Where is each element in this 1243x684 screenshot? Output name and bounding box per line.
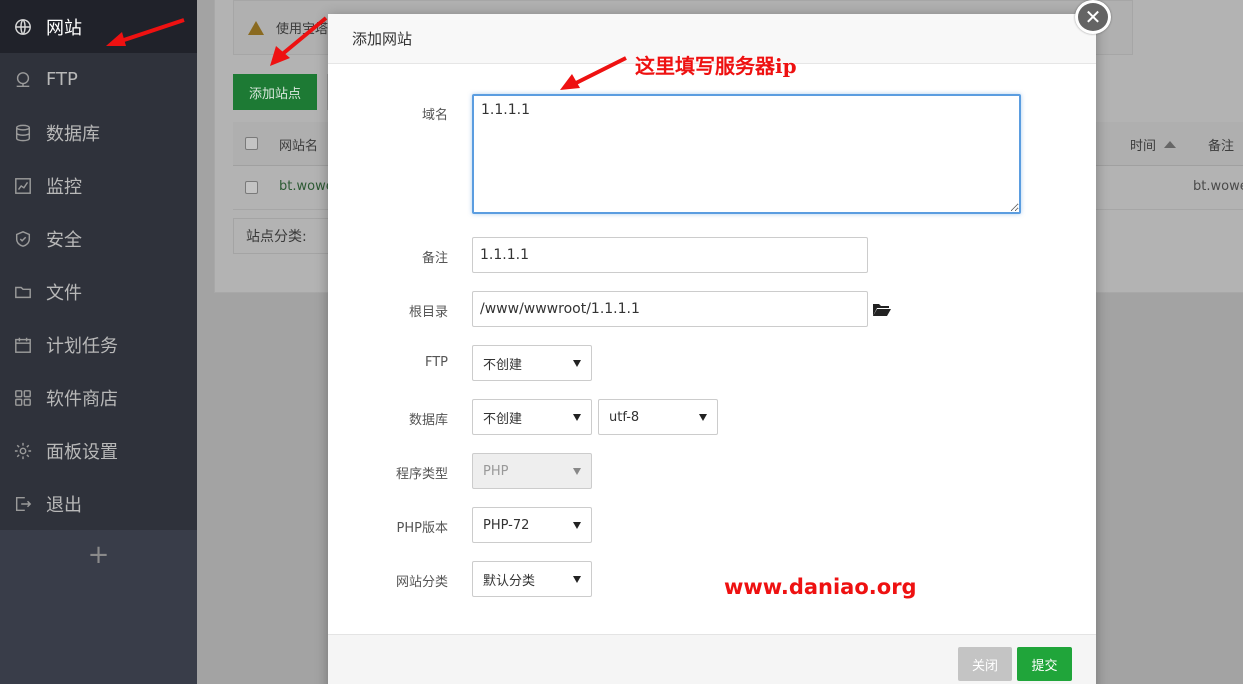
sidebar-item-label: 数据库	[46, 123, 100, 145]
ftp-select[interactable]: 不创建	[472, 345, 592, 381]
root-dir-label: 根目录	[408, 305, 448, 320]
sidebar-item-files[interactable]: 文件	[0, 265, 197, 318]
folder-icon	[12, 281, 34, 303]
program-type-value: PHP	[483, 463, 509, 479]
sort-asc-icon	[1164, 141, 1177, 148]
sidebar-item-label: 安全	[46, 229, 82, 251]
root-dir-input[interactable]: /www/wwwroot/1.1.1.1	[472, 291, 868, 327]
shield-icon	[12, 228, 34, 250]
database-label: 数据库	[408, 413, 448, 428]
charset-select[interactable]: utf-8	[598, 399, 718, 435]
close-button[interactable]: 关闭	[958, 647, 1012, 681]
add-site-dialog: 添加网站 域名 1.1.1.1 备注 1.1.1.1 根目录 /www/wwwr…	[328, 14, 1096, 684]
sidebar-item-settings[interactable]: 面板设置	[0, 424, 197, 477]
close-icon[interactable]: ✕	[1075, 0, 1111, 34]
note-input[interactable]: 1.1.1.1	[472, 237, 868, 273]
ftp-icon	[12, 69, 34, 91]
database-select[interactable]: 不创建	[472, 399, 592, 435]
chevron-down-icon	[573, 467, 581, 475]
gear-icon	[12, 440, 34, 462]
chevron-down-icon	[573, 575, 581, 583]
site-note: bt.woweiw	[1193, 179, 1243, 194]
site-category-select[interactable]: 默认分类	[472, 561, 592, 597]
sidebar-item-label: 退出	[46, 494, 82, 516]
sidebar-item-database[interactable]: 数据库	[0, 106, 197, 159]
annotation-hint: 这里填写服务器ip	[635, 54, 797, 78]
chevron-down-icon	[573, 521, 581, 529]
chevron-down-icon	[699, 413, 707, 421]
annotation-arrow-sidebar	[106, 18, 185, 46]
annotation-arrow-domain	[560, 56, 627, 90]
php-version-value: PHP-72	[483, 517, 530, 533]
monitor-icon	[12, 175, 34, 197]
select-all-checkbox[interactable]	[245, 137, 258, 150]
site-category-value: 默认分类	[483, 573, 536, 589]
sidebar-nav: 网站 FTP 数据库 监控 安全 文件 计划任务 软件商店 面板设置 退出	[0, 0, 197, 530]
chevron-down-icon	[573, 359, 581, 367]
ftp-select-value: 不创建	[483, 357, 523, 373]
ftp-label: FTP	[424, 355, 448, 370]
sidebar: 网站 FTP 数据库 监控 安全 文件 计划任务 软件商店 面板设置 退出 +	[0, 0, 197, 684]
category-filter[interactable]: 站点分类:	[233, 218, 329, 254]
php-version-select[interactable]: PHP-72	[472, 507, 592, 543]
sidebar-item-monitor[interactable]: 监控	[0, 159, 197, 212]
domain-textarea[interactable]: 1.1.1.1	[472, 94, 1021, 214]
column-header-note: 备注	[1208, 139, 1235, 154]
database-icon	[12, 122, 34, 144]
globe-icon	[12, 16, 34, 38]
charset-select-value: utf-8	[609, 409, 640, 425]
note-label: 备注	[421, 251, 448, 266]
submit-button[interactable]: 提交	[1017, 647, 1072, 681]
site-name-link[interactable]: bt.wowe	[279, 179, 334, 194]
domain-label: 域名	[421, 108, 448, 123]
chevron-down-icon	[573, 413, 581, 421]
sidebar-item-store[interactable]: 软件商店	[0, 371, 197, 424]
sidebar-item-cron[interactable]: 计划任务	[0, 318, 197, 371]
logout-icon	[12, 493, 34, 515]
grid-icon	[12, 387, 34, 409]
watermark: www.daniao.org	[724, 575, 917, 599]
program-type-select: PHP	[472, 453, 592, 489]
row-checkbox[interactable]	[245, 181, 258, 194]
sidebar-item-label: 软件商店	[46, 388, 118, 410]
calendar-icon	[12, 334, 34, 356]
sidebar-item-label: 面板设置	[46, 441, 118, 463]
dialog-footer: 关闭 提交	[328, 634, 1096, 684]
column-header-time[interactable]: 时间	[1130, 135, 1177, 154]
folder-open-icon[interactable]	[873, 302, 891, 316]
sidebar-item-label: FTP	[46, 69, 78, 90]
sidebar-item-security[interactable]: 安全	[0, 212, 197, 265]
add-menu-button[interactable]: +	[0, 530, 197, 580]
column-header-name[interactable]: 网站名	[279, 135, 318, 154]
sidebar-item-ftp[interactable]: FTP	[0, 53, 197, 106]
sidebar-item-label: 监控	[46, 176, 82, 198]
annotation-arrow-add-site	[270, 16, 328, 66]
database-select-value: 不创建	[483, 411, 523, 427]
site-category-label: 网站分类	[395, 575, 448, 590]
add-site-button[interactable]: 添加站点	[233, 74, 317, 110]
php-version-label: PHP版本	[396, 521, 448, 536]
sidebar-item-label: 文件	[46, 282, 82, 304]
sidebar-item-label: 计划任务	[46, 335, 118, 357]
sidebar-item-logout[interactable]: 退出	[0, 477, 197, 530]
sidebar-item-label: 网站	[46, 17, 82, 39]
program-type-label: 程序类型	[395, 467, 448, 482]
column-header-time-label: 时间	[1130, 139, 1157, 154]
